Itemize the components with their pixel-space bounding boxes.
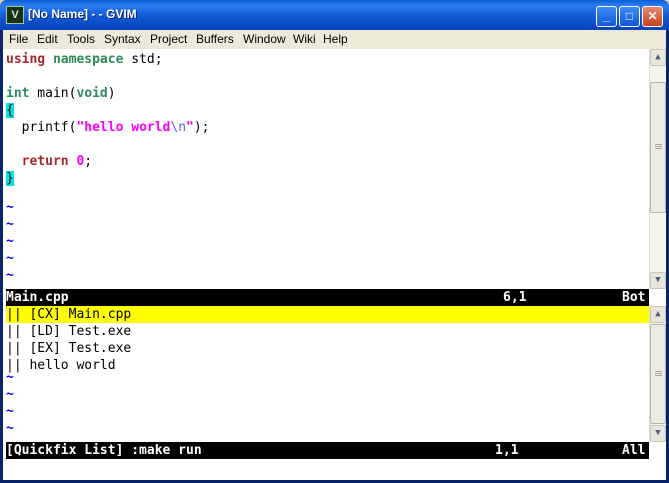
scroll-down-arrow-icon[interactable]: ▼ — [650, 425, 666, 442]
empty-line-tilde: ~ — [6, 421, 14, 436]
empty-line-tilde: ~ — [6, 251, 14, 266]
scroll-up-arrow-icon[interactable]: ▲ — [650, 49, 666, 66]
status-position: 1,1 — [495, 443, 519, 458]
scroll-up-arrow-icon[interactable]: ▲ — [650, 306, 666, 323]
status-line-main[interactable]: Main.cpp 6,1 Bot — [6, 289, 649, 306]
menu-bar: File Edit Tools Syntax Project Buffers W… — [3, 30, 666, 49]
scroll-down-arrow-icon[interactable]: ▼ — [650, 272, 666, 289]
quickfix-line[interactable]: || [LD] Test.exe — [6, 323, 131, 340]
scrollbar-main[interactable]: ▲ ▼ — [649, 49, 666, 289]
close-button[interactable]: ✕ — [642, 6, 663, 27]
empty-line-tilde: ~ — [6, 387, 14, 402]
quickfix-line[interactable]: || [CX] Main.cpp — [6, 306, 131, 323]
quickfix-line[interactable]: || hello world — [6, 357, 116, 374]
vim-logo-icon[interactable]: V — [6, 6, 24, 24]
gvim-window: V [No Name] - - GVIM _ □ ✕ File Edit Too… — [0, 0, 669, 483]
status-scroll: All — [622, 443, 646, 458]
title-bar[interactable]: V [No Name] - - GVIM _ □ ✕ — [0, 0, 669, 30]
menu-file[interactable]: File — [9, 32, 28, 46]
code-line-1[interactable]: using namespace std; — [6, 51, 163, 68]
menu-project[interactable]: Project — [150, 32, 187, 46]
menu-help[interactable]: Help — [323, 32, 348, 46]
maximize-button[interactable]: □ — [619, 6, 640, 27]
code-line-3[interactable]: int main(void) — [6, 85, 116, 102]
empty-line-tilde: ~ — [6, 234, 14, 249]
menu-tools[interactable]: Tools — [67, 32, 95, 46]
status-filename: Main.cpp — [6, 290, 69, 305]
code-line-5[interactable]: printf("hello world\n"); — [6, 119, 210, 136]
code-line-4[interactable]: { — [6, 102, 14, 119]
editor-client[interactable]: using namespace std; int main(void) { pr… — [3, 49, 666, 480]
scroll-thumb[interactable] — [650, 82, 666, 213]
empty-line-tilde: ~ — [6, 200, 14, 215]
menu-edit[interactable]: Edit — [37, 32, 58, 46]
menu-buffers[interactable]: Buffers — [196, 32, 234, 46]
empty-line-tilde: ~ — [6, 268, 14, 283]
menu-wiki[interactable]: Wiki — [293, 32, 316, 46]
menu-window[interactable]: Window — [243, 32, 286, 46]
code-line-8[interactable]: } — [6, 170, 14, 187]
empty-line-tilde: ~ — [6, 370, 14, 385]
status-scroll: Bot — [622, 290, 646, 305]
window-title: [No Name] - - GVIM — [28, 7, 137, 21]
menu-syntax[interactable]: Syntax — [104, 32, 141, 46]
code-line-7[interactable]: return 0; — [6, 153, 92, 170]
status-position: 6,1 — [503, 290, 527, 305]
empty-line-tilde: ~ — [6, 217, 14, 232]
scroll-thumb[interactable] — [650, 324, 666, 424]
scrollbar-quickfix[interactable]: ▲ ▼ — [649, 306, 666, 442]
status-filename: [Quickfix List] :make run — [6, 443, 202, 458]
status-line-quickfix[interactable]: [Quickfix List] :make run 1,1 All — [6, 442, 649, 459]
quickfix-line[interactable]: || [EX] Test.exe — [6, 340, 131, 357]
empty-line-tilde: ~ — [6, 404, 14, 419]
minimize-button[interactable]: _ — [596, 6, 617, 27]
